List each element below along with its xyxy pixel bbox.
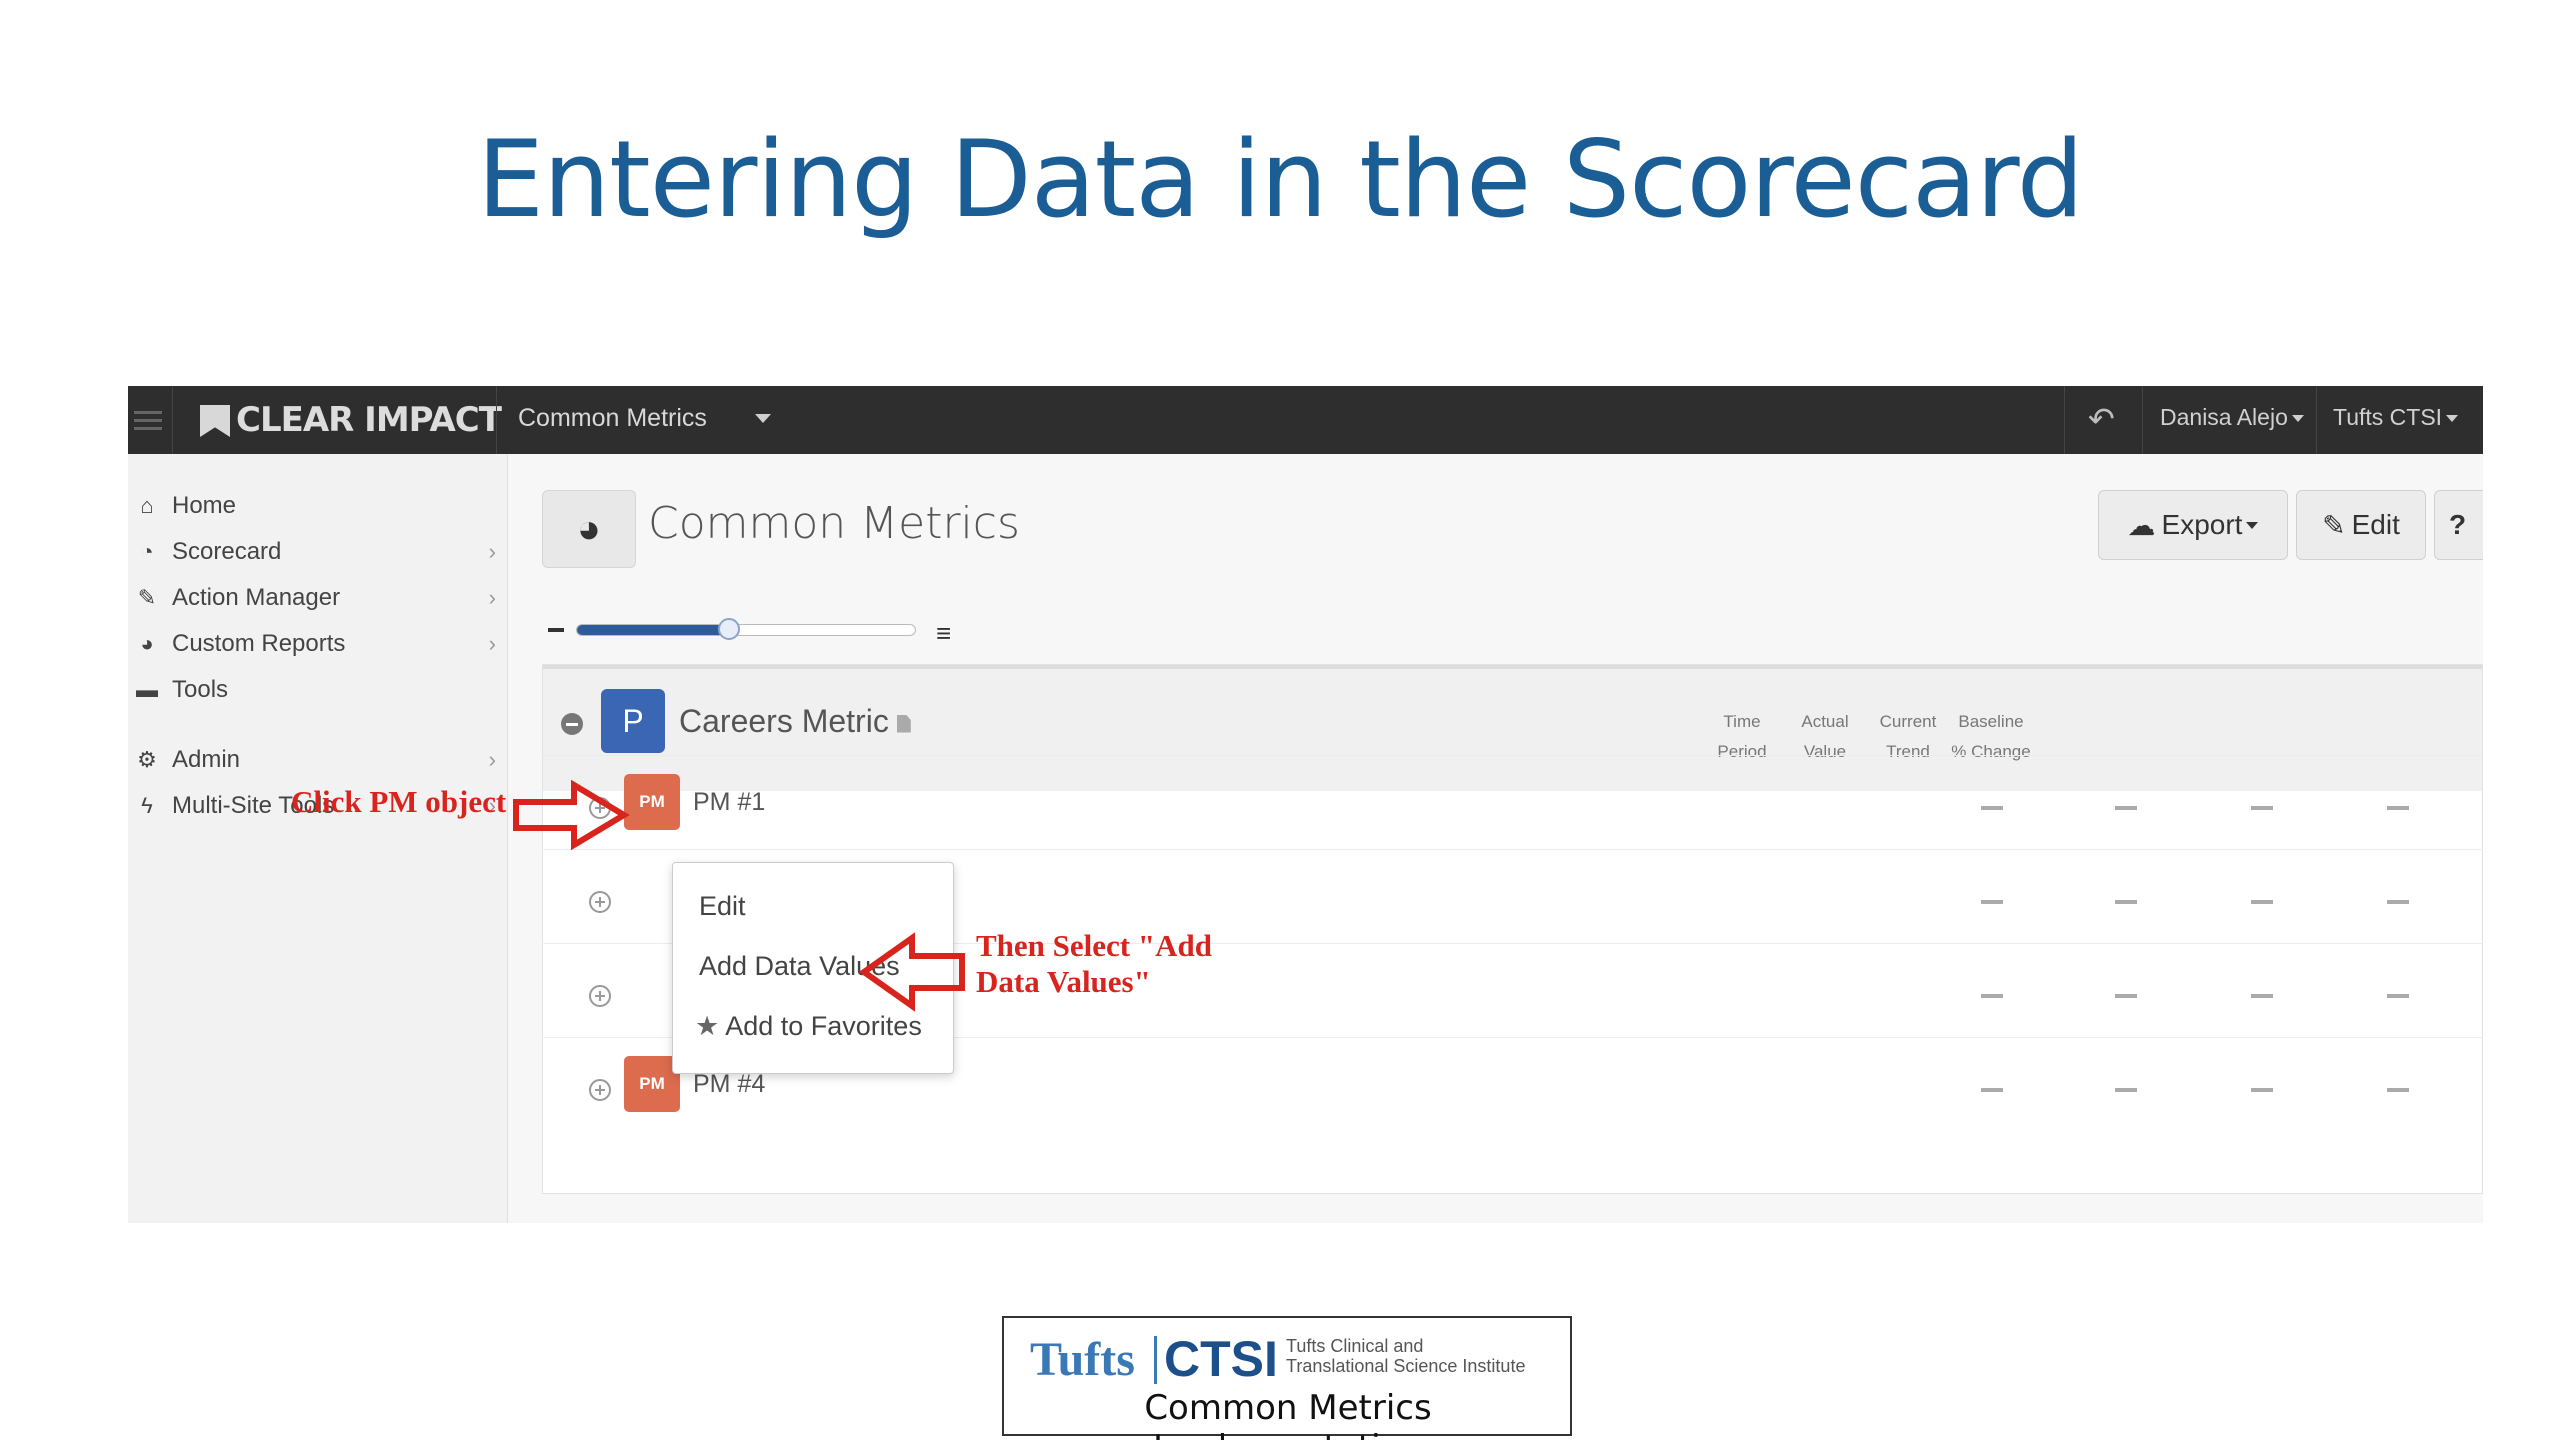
table-row[interactable] <box>542 755 2483 849</box>
list-icon[interactable]: ≡ <box>936 618 951 649</box>
zoom-slider-handle[interactable] <box>718 618 741 640</box>
user-menu[interactable]: Danisa Alejo <box>2160 404 2304 431</box>
empty-value-dash <box>1981 994 2003 998</box>
empty-value-dash <box>1981 900 2003 904</box>
brand-name: CLEAR IMPACT <box>236 400 502 440</box>
sidebar-item-label: Admin <box>172 746 241 773</box>
sidebar-item-scorecard[interactable]: ◔ Scorecard › <box>128 527 508 577</box>
site-selector[interactable]: Common Metrics <box>518 404 707 433</box>
pm-badge[interactable]: PM <box>624 774 680 830</box>
program-title[interactable]: Careers Metric <box>679 703 911 740</box>
empty-value-dash <box>1981 806 2003 810</box>
sidebar-item-home[interactable]: ⌂ Home <box>128 481 508 531</box>
empty-value-dash <box>2387 1088 2409 1092</box>
expand-icon[interactable] <box>589 1079 611 1101</box>
cloud-download-icon: ☁ <box>2127 509 2156 541</box>
empty-value-dash <box>2251 900 2273 904</box>
export-button[interactable]: ☁ Export <box>2098 490 2288 560</box>
toolbox-icon: ▬ <box>136 677 158 702</box>
empty-value-dash <box>2115 806 2137 810</box>
help-icon: ? <box>2449 509 2467 540</box>
page-title: Common Metrics <box>648 498 1020 549</box>
document-icon <box>896 714 911 733</box>
chevron-right-icon: › <box>488 539 496 564</box>
sidebar-item-label: Custom Reports <box>172 630 346 657</box>
empty-value-dash <box>2387 994 2409 998</box>
collapse-icon[interactable] <box>561 713 583 735</box>
empty-value-dash <box>2115 994 2137 998</box>
annotation-select-add-data: Then Select "Add Data Values" <box>976 928 1212 999</box>
home-icon: ⌂ <box>140 493 154 518</box>
left-arrow-annotation <box>858 932 965 1012</box>
sidebar-item-custom-reports[interactable]: ◕ Custom Reports › <box>128 619 508 669</box>
sidebar-item-action-manager[interactable]: ✎ Action Manager › <box>128 573 508 623</box>
dashboard-icon: ◔ <box>140 539 154 564</box>
zoom-out-icon[interactable] <box>548 628 564 632</box>
empty-value-dash <box>2115 900 2137 904</box>
chevron-down-icon[interactable] <box>755 414 771 423</box>
empty-value-dash <box>1981 1088 2003 1092</box>
sidebar-item-label: Tools <box>172 676 229 703</box>
star-icon: ★ <box>695 1011 720 1041</box>
sidebar-item-label: Home <box>172 492 237 519</box>
wrench-icon: ✎ <box>137 585 157 610</box>
program-badge[interactable]: P <box>601 689 665 753</box>
sidebar-item-label: Action Manager <box>172 584 341 611</box>
pencil-icon: ✎ <box>2322 509 2346 541</box>
empty-value-dash <box>2251 994 2273 998</box>
sidebar-item-admin[interactable]: ⚙ Admin › <box>128 735 508 785</box>
chevron-right-icon: › <box>488 585 496 610</box>
expand-icon[interactable] <box>589 891 611 913</box>
menu-icon[interactable] <box>134 406 162 434</box>
undo-icon[interactable]: ↶ <box>2088 400 2115 438</box>
menu-item-add-to-favorites[interactable]: ★ Add to Favorites <box>695 1011 922 1042</box>
empty-value-dash <box>2251 1088 2273 1092</box>
chevron-right-icon: › <box>488 631 496 656</box>
dashboard-icon: ◕ <box>542 490 636 568</box>
gears-icon: ⚙ <box>137 747 157 772</box>
tufts-ctsi-logo: Tufts CTSI Tufts Clinical and Translation… <box>1002 1316 1572 1440</box>
empty-value-dash <box>2251 806 2273 810</box>
chevron-right-icon: › <box>488 747 496 772</box>
pie-chart-icon: ◕ <box>140 631 154 656</box>
slide-title: Entering Data in the Scorecard <box>476 118 2084 241</box>
right-arrow-annotation <box>513 780 630 850</box>
empty-value-dash <box>2115 1088 2137 1092</box>
sidebar-item-label: Scorecard <box>172 538 282 565</box>
pm-label[interactable]: PM #4 <box>693 1070 765 1099</box>
zoom-slider[interactable] <box>576 618 916 640</box>
zoom-slider-fill <box>577 625 730 635</box>
menu-item-edit[interactable]: Edit <box>699 891 746 922</box>
sidebar-item-tools[interactable]: ▬ Tools <box>128 665 508 715</box>
pm-label[interactable]: PM #1 <box>693 788 765 817</box>
expand-icon[interactable] <box>589 985 611 1007</box>
empty-value-dash <box>2387 806 2409 810</box>
bolt-icon: ϟ <box>141 793 153 818</box>
brand-logo[interactable]: CLEAR IMPACT <box>198 396 502 444</box>
annotation-click-pm: Click PM object <box>291 784 507 819</box>
logo-subtitle: Common Metrics Implementation <box>1144 1388 1432 1440</box>
empty-value-dash <box>2387 900 2409 904</box>
top-navbar: CLEAR IMPACT Common Metrics ↶ Danisa Ale… <box>128 386 2483 454</box>
org-menu[interactable]: Tufts CTSI <box>2333 404 2459 431</box>
edit-button[interactable]: ✎ Edit <box>2296 490 2426 560</box>
help-button[interactable]: ? <box>2434 490 2483 560</box>
bookmark-icon <box>198 403 232 437</box>
